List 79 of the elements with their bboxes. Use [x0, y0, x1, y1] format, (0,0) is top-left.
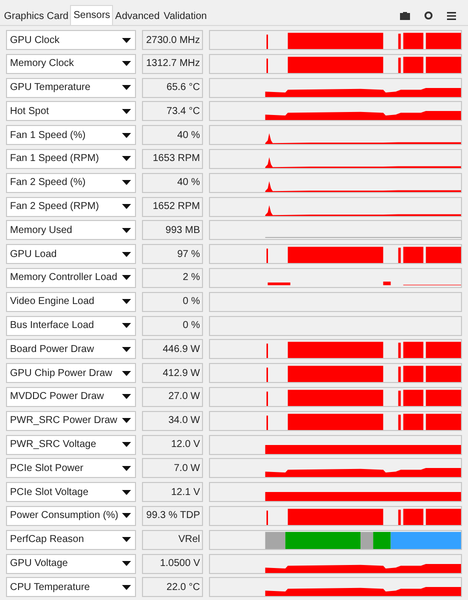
menu-icon[interactable]	[447, 12, 456, 20]
sensor-value: 12.1 V	[142, 482, 203, 502]
sensor-value: 1312.7 MHz	[142, 54, 203, 74]
sensor-value: 40 %	[142, 172, 203, 193]
caret-icon	[122, 537, 131, 542]
sensor-dropdown[interactable]: PerfCap Reason	[6, 530, 136, 550]
sensor-dropdown[interactable]: Memory Used	[6, 220, 136, 240]
caret-icon	[122, 132, 131, 138]
camera-icon[interactable]	[400, 12, 410, 20]
caret-icon	[122, 252, 131, 257]
sensor-value: 993 MB	[142, 220, 203, 240]
sensor-value: 0 %	[142, 292, 203, 312]
caret-icon	[122, 323, 131, 328]
sensor-dropdown[interactable]: Fan 1 Speed (%)	[6, 125, 136, 146]
caret-icon	[122, 275, 131, 280]
caret-icon	[122, 38, 131, 42]
caret-icon	[122, 466, 131, 471]
refresh-icon[interactable]	[424, 11, 433, 20]
sensor-value: 22.0 °C	[142, 577, 203, 598]
sensor-dropdown[interactable]: Fan 1 Speed (RPM)	[6, 148, 136, 169]
sensor-dropdown[interactable]: PWR_SRC Power Draw	[6, 410, 136, 431]
sensor-dropdown[interactable]: Video Engine Load	[6, 292, 136, 312]
sensor-value: 0 %	[142, 316, 203, 336]
sensor-dropdown[interactable]: Hot Spot	[6, 101, 136, 122]
sensor-value: 1653 RPM	[142, 148, 203, 169]
sensor-dropdown[interactable]: Fan 2 Speed (%)	[6, 172, 136, 193]
sensor-dropdown[interactable]: CPU Temperature	[6, 577, 136, 598]
sensor-dropdown[interactable]: GPU Voltage	[6, 554, 136, 574]
sensor-dropdown[interactable]: PCIe Slot Voltage	[6, 482, 136, 502]
sensor-dropdown[interactable]: GPU Clock	[6, 30, 136, 50]
sensor-value: 73.4 °C	[142, 101, 203, 122]
tab[interactable]: Advanced	[113, 7, 162, 25]
sensor-dropdown[interactable]: PWR_SRC Voltage	[6, 434, 136, 455]
caret-icon	[122, 108, 131, 114]
sensor-value: 412.9 W	[142, 363, 203, 384]
tab[interactable]: Sensors	[70, 5, 114, 25]
sensor-value: 1652 RPM	[142, 196, 203, 217]
sensor-dropdown[interactable]: Memory Clock	[6, 54, 136, 74]
caret-icon	[122, 418, 131, 424]
sensor-value: 446.9 W	[142, 339, 203, 360]
sensor-value: 97 %	[142, 244, 203, 264]
sensor-dropdown[interactable]: GPU Chip Power Draw	[6, 363, 136, 384]
caret-icon	[122, 394, 131, 400]
sensor-dropdown[interactable]: Fan 2 Speed (RPM)	[6, 196, 136, 217]
caret-icon	[122, 228, 131, 233]
sensor-value: 65.6 °C	[142, 78, 203, 98]
caret-icon	[122, 299, 131, 304]
sensor-dropdown[interactable]: Bus Interface Load	[6, 316, 136, 336]
sensor-dropdown[interactable]: Power Consumption (%)	[6, 506, 136, 526]
sensor-value: 2 %	[142, 268, 203, 288]
sensor-value: 34.0 W	[142, 410, 203, 431]
sensor-dropdown[interactable]: GPU Temperature	[6, 78, 136, 98]
caret-icon	[122, 85, 131, 90]
caret-icon	[122, 370, 131, 376]
caret-icon	[122, 584, 131, 590]
caret-icon	[122, 180, 131, 186]
sensor-dropdown[interactable]: GPU Load	[6, 244, 136, 264]
caret-icon	[122, 442, 131, 448]
tab[interactable]: Graphics Card	[2, 7, 70, 25]
caret-icon	[122, 490, 131, 495]
sensor-value: 99.3 % TDP	[142, 506, 203, 526]
sensor-dropdown[interactable]: Memory Controller Load	[6, 268, 136, 288]
sensor-value: 12.0 V	[142, 434, 203, 455]
caret-icon	[122, 346, 131, 352]
sensor-dropdown[interactable]: MVDDC Power Draw	[6, 386, 136, 407]
sensor-value: 1.0500 V	[142, 554, 203, 574]
sensor-value: 7.0 W	[142, 458, 203, 478]
caret-icon	[122, 561, 131, 566]
sensor-dropdown[interactable]: PCIe Slot Power	[6, 458, 136, 478]
caret-icon	[122, 156, 131, 162]
sensor-dropdown[interactable]: Board Power Draw	[6, 339, 136, 360]
caret-icon	[122, 204, 131, 210]
sensor-value: 27.0 W	[142, 386, 203, 407]
sensor-value: 40 %	[142, 125, 203, 146]
sensor-value: VRel	[142, 530, 203, 550]
caret-icon	[122, 513, 131, 518]
tab[interactable]: Validation	[162, 7, 209, 25]
sensor-value: 2730.0 MHz	[142, 30, 203, 50]
caret-icon	[122, 61, 131, 66]
